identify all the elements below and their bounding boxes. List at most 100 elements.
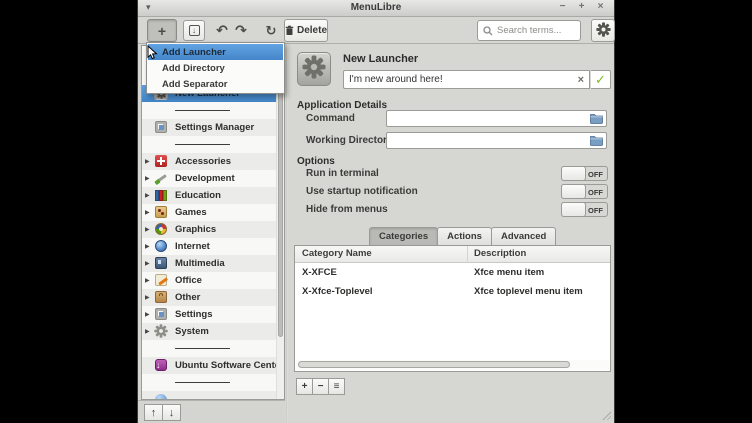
titlebar[interactable]: ▾ MenuLibre − + ×: [138, 0, 614, 17]
tree-separator[interactable]: [142, 102, 284, 119]
options-heading: Options: [297, 156, 335, 167]
move-up-button[interactable]: ↑: [144, 404, 163, 421]
tree-item-ubuntu-software-center[interactable]: ↓Ubuntu Software Center: [142, 357, 284, 374]
tree-item-label: Education: [175, 190, 221, 201]
tree-item-system[interactable]: ▶System: [142, 323, 284, 340]
tree-item-office[interactable]: ▶Office: [142, 272, 284, 289]
tree-separator[interactable]: [142, 340, 284, 357]
editor-tabs: CategoriesActionsAdvanced: [370, 227, 556, 246]
expander-icon[interactable]: ▶: [145, 311, 150, 318]
undo-button[interactable]: ↶: [212, 20, 232, 41]
menu-item-add-separator[interactable]: Add Separator: [148, 76, 283, 92]
menu-item-add-directory[interactable]: Add Directory: [148, 60, 283, 76]
tree-item-internet[interactable]: ▶Internet: [142, 238, 284, 255]
tab-advanced[interactable]: Advanced: [491, 227, 556, 246]
menu-item-add-launcher[interactable]: Add Launcher: [148, 44, 283, 60]
run-in-terminal-switch[interactable]: OFF: [561, 166, 608, 181]
switch-state: OFF: [588, 170, 603, 179]
tree-separator[interactable]: [142, 136, 284, 153]
tree-item-development[interactable]: ▶ Development: [142, 170, 284, 187]
gear-icon: [596, 22, 611, 40]
expander-icon[interactable]: ▶: [145, 158, 150, 165]
tab-actions[interactable]: Actions: [437, 227, 492, 246]
add-category-button[interactable]: +: [296, 378, 313, 395]
expander-icon[interactable]: ▶: [145, 294, 150, 301]
clear-icon[interactable]: ×: [578, 74, 584, 86]
switch-knob[interactable]: [561, 202, 586, 217]
table-hscrollbar[interactable]: [296, 360, 609, 370]
table-row[interactable]: X-XFCEXfce menu item: [295, 263, 610, 282]
switch-knob[interactable]: [561, 184, 586, 199]
minimize-button[interactable]: −: [557, 1, 568, 12]
hide-from-menus-switch[interactable]: OFF: [561, 202, 608, 217]
expander-icon[interactable]: ▶: [145, 209, 150, 216]
tree-item-education[interactable]: ▶ Education: [142, 187, 284, 204]
use-startup-notification-switch[interactable]: OFF: [561, 184, 608, 199]
table-hscrollbar-thumb[interactable]: [298, 361, 570, 368]
move-down-button[interactable]: ↓: [162, 404, 181, 421]
settings-button[interactable]: [591, 19, 615, 42]
expander-icon[interactable]: ▶: [145, 277, 150, 284]
resize-grip[interactable]: [601, 410, 611, 420]
window-controls: − + ×: [557, 1, 606, 12]
tree-item-graphics[interactable]: ▶Graphics: [142, 221, 284, 238]
menu-tree[interactable]: New LauncherSettings Manager▶Accessories…: [141, 45, 285, 400]
redo-button[interactable]: ↷: [231, 20, 251, 41]
command-input[interactable]: [386, 110, 607, 127]
tree-item-multimedia[interactable]: ▶Multimedia: [142, 255, 284, 272]
folder-icon[interactable]: [590, 113, 603, 124]
expander-icon[interactable]: ▶: [145, 260, 150, 267]
tree-item-other[interactable]: ▶Other: [142, 289, 284, 306]
refresh-button[interactable]: ↻: [260, 20, 282, 41]
add-button[interactable]: +: [147, 19, 177, 42]
confirm-name-button[interactable]: ✓: [591, 70, 611, 89]
settings-manager-icon: [154, 120, 168, 134]
gear-icon: [302, 55, 326, 84]
maximize-button[interactable]: +: [576, 1, 587, 12]
tree-item-item[interactable]: [142, 391, 284, 400]
table-cell: X-Xfce-Toplevel: [302, 286, 373, 297]
tree-item-accessories[interactable]: ▶Accessories: [142, 153, 284, 170]
use-startup-notification-label: Use startup notification: [306, 186, 418, 197]
close-button[interactable]: ×: [595, 1, 606, 12]
run-in-terminal-label: Run in terminal: [306, 168, 379, 179]
save-button[interactable]: ↓: [183, 20, 205, 41]
categories-table: Category Name Description X-XFCEXfce menu…: [294, 245, 611, 372]
settings-icon: [154, 307, 168, 321]
expander-icon[interactable]: ▶: [145, 243, 150, 250]
switch-knob[interactable]: [561, 166, 586, 181]
tree-item-settings-manager[interactable]: Settings Manager: [142, 119, 284, 136]
other-icon: [154, 290, 168, 304]
delete-button[interactable]: Delete: [284, 19, 328, 42]
working-directory-label: Working Directory: [306, 135, 393, 146]
tree-item-label: Settings: [175, 309, 212, 320]
launcher-name-input[interactable]: I'm new around here! ×: [343, 70, 590, 89]
save-icon: ↓: [189, 25, 200, 36]
tree-item-games[interactable]: ▶Games: [142, 204, 284, 221]
expander-icon[interactable]: ▶: [145, 192, 150, 199]
search-input[interactable]: Search terms...: [477, 20, 581, 41]
expander-icon[interactable]: ▶: [145, 175, 150, 182]
expander-icon[interactable]: ▶: [145, 226, 150, 233]
application-details-heading: Application Details: [297, 100, 387, 111]
trash-icon: [285, 25, 294, 36]
column-header-description[interactable]: Description: [474, 248, 526, 259]
table-row[interactable]: X-Xfce-ToplevelXfce toplevel menu item: [295, 282, 610, 301]
column-header-category-name[interactable]: Category Name: [302, 248, 372, 259]
separator-line: [175, 382, 230, 383]
search-icon: [483, 26, 493, 36]
launcher-icon-button[interactable]: [297, 52, 331, 86]
folder-icon[interactable]: [590, 135, 603, 146]
launcher-title[interactable]: New Launcher: [343, 53, 418, 65]
tree-scrollbar[interactable]: [276, 46, 284, 399]
remove-category-button[interactable]: −: [312, 378, 329, 395]
tree-item-label: Development: [175, 173, 235, 184]
tree-item-settings[interactable]: ▶ Settings: [142, 306, 284, 323]
tab-categories[interactable]: Categories: [369, 227, 438, 246]
window-title: MenuLibre: [138, 2, 614, 13]
edit-categories-button[interactable]: ≡: [328, 378, 345, 395]
tree-separator[interactable]: [142, 374, 284, 391]
expander-icon[interactable]: ▶: [145, 328, 150, 335]
working-directory-input[interactable]: [386, 132, 607, 149]
categories-toolbar: + − ≡: [297, 378, 345, 395]
